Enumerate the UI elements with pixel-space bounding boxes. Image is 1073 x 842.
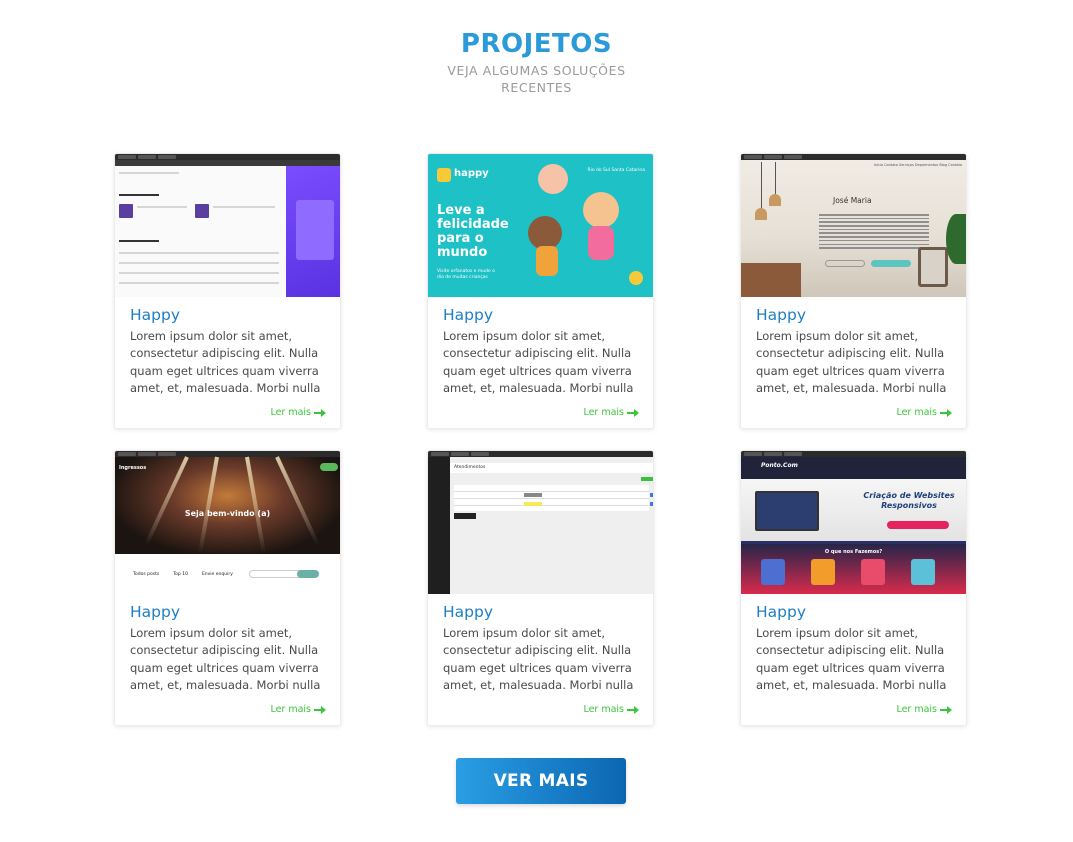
- arrow-right-icon: [627, 408, 639, 417]
- see-more-button[interactable]: VER MAIS: [456, 758, 626, 804]
- project-thumbnail: [115, 154, 340, 297]
- project-thumbnail: Ingressos Seja bem-vindo (a) Todos posts…: [115, 451, 340, 594]
- card-title: Happy: [443, 603, 494, 621]
- project-thumbnail: Inicio Contato Serviços Depoimentos Blog…: [741, 154, 966, 297]
- project-card[interactable]: Ponto.Com Criação de Websites Responsivo…: [740, 450, 967, 726]
- read-more-link[interactable]: Ler mais: [270, 704, 326, 715]
- read-more-link[interactable]: Ler mais: [896, 704, 952, 715]
- happy-logo-icon: [437, 168, 451, 182]
- project-thumbnail: Ponto.Com Criação de Websites Responsivo…: [741, 451, 966, 594]
- arrow-right-icon: [314, 705, 326, 714]
- read-more-link[interactable]: Ler mais: [270, 407, 326, 418]
- arrow-right-icon: [940, 705, 952, 714]
- project-card[interactable]: happy Rio do Sul Santa Catarina Leve a f…: [427, 153, 654, 429]
- project-card[interactable]: Ingressos Seja bem-vindo (a) Todos posts…: [114, 450, 341, 726]
- card-description: Lorem ipsum dolor sit amet, consectetur …: [443, 626, 634, 692]
- arrow-button-icon: [629, 271, 643, 285]
- card-description: Lorem ipsum dolor sit amet, consectetur …: [130, 329, 321, 395]
- project-thumbnail: happy Rio do Sul Santa Catarina Leve a f…: [428, 154, 653, 297]
- arrow-right-icon: [940, 408, 952, 417]
- read-more-link[interactable]: Ler mais: [896, 407, 952, 418]
- project-card[interactable]: Atendimentos Happy Lorem ipsum dolor sit…: [427, 450, 654, 726]
- section-header: PROJETOS VEJA ALGUMAS SOLUÇÕES RECENTES: [0, 28, 1073, 96]
- card-title: Happy: [756, 603, 807, 621]
- card-description: Lorem ipsum dolor sit amet, consectetur …: [756, 329, 947, 395]
- read-more-link[interactable]: Ler mais: [583, 407, 639, 418]
- project-thumbnail: Atendimentos: [428, 451, 653, 594]
- card-title: Happy: [443, 306, 494, 324]
- card-title: Happy: [130, 306, 181, 324]
- card-title: Happy: [756, 306, 807, 324]
- arrow-right-icon: [627, 705, 639, 714]
- card-description: Lorem ipsum dolor sit amet, consectetur …: [756, 626, 947, 692]
- projects-grid: Happy Lorem ipsum dolor sit amet, consec…: [114, 153, 967, 726]
- section-subtitle: VEJA ALGUMAS SOLUÇÕES RECENTES: [447, 63, 626, 95]
- project-card[interactable]: Inicio Contato Serviços Depoimentos Blog…: [740, 153, 967, 429]
- read-more-link[interactable]: Ler mais: [583, 704, 639, 715]
- card-description: Lorem ipsum dolor sit amet, consectetur …: [443, 329, 634, 395]
- project-card[interactable]: Happy Lorem ipsum dolor sit amet, consec…: [114, 153, 341, 429]
- card-description: Lorem ipsum dolor sit amet, consectetur …: [130, 626, 321, 692]
- card-title: Happy: [130, 603, 181, 621]
- section-title: PROJETOS: [460, 29, 613, 59]
- arrow-right-icon: [314, 408, 326, 417]
